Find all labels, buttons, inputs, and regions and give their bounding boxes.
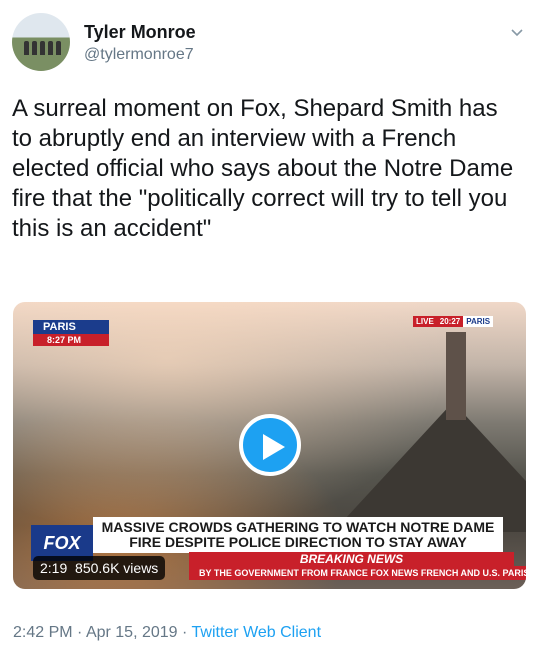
play-button[interactable] <box>239 414 301 476</box>
cathedral-roof <box>333 402 526 532</box>
tweet-text: A surreal moment on Fox, Shepard Smith h… <box>12 95 514 242</box>
breaking-news-banner: BREAKING NEWS <box>189 552 514 566</box>
live-bug: LIVE 20:27 PARIS <box>413 316 494 327</box>
video-player[interactable]: PARIS 8:27 PM LIVE 20:27 PARIS MASSIVE C… <box>13 302 526 589</box>
headline: MASSIVE CROWDS GATHERING TO WATCH NOTRE … <box>93 517 503 553</box>
video-views: 850.6K views <box>75 560 159 576</box>
tweet-time: 2:42 PM <box>13 624 73 641</box>
cathedral-spire <box>446 332 466 420</box>
user-name[interactable]: Tyler Monroe <box>84 22 196 43</box>
tweet-date: Apr 15, 2019 <box>85 624 178 641</box>
avatar[interactable] <box>12 13 70 71</box>
video-stats: 2:19 850.6K views <box>33 556 166 580</box>
play-icon <box>263 434 285 460</box>
user-handle[interactable]: @tylermonroe7 <box>84 46 194 64</box>
news-ticker: BY THE GOVERNMENT FROM FRANCE FOX NEWS F… <box>189 566 526 580</box>
chevron-down-icon[interactable] <box>510 26 524 40</box>
location-tag: PARIS 8:27 PM <box>33 320 109 346</box>
tweet-client-link[interactable]: Twitter Web Client <box>192 624 322 641</box>
video-duration: 2:19 <box>40 560 68 576</box>
tweet-meta: 2:42 PM · Apr 15, 2019 · Twitter Web Cli… <box>13 624 322 641</box>
